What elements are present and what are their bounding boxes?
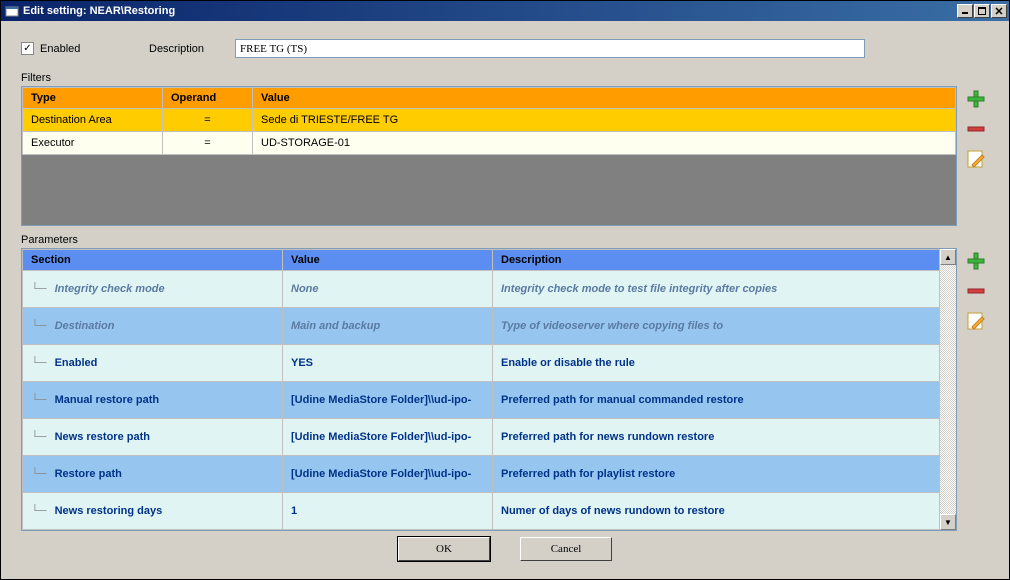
remove-filter-button[interactable] [965, 118, 987, 140]
filters-grid-wrap: Type Operand Value Destination Area=Sede… [21, 86, 957, 226]
cell-operand: = [163, 109, 253, 132]
minimize-button[interactable] [957, 4, 973, 18]
cancel-button[interactable]: Cancel [520, 537, 612, 561]
table-row[interactable]: └─News restoring days1Numer of days of n… [23, 493, 940, 530]
close-button[interactable] [991, 4, 1007, 18]
table-row[interactable]: Executor=UD-STORAGE-01 [23, 132, 956, 155]
window: Edit setting: NEAR\Restoring ✓ Enabled D… [0, 0, 1010, 580]
cell-value: 1 [283, 493, 493, 530]
dialog-buttons: OK Cancel [21, 531, 989, 569]
scroll-track[interactable] [940, 265, 956, 514]
cell-section: └─Integrity check mode [23, 271, 283, 308]
enabled-checkbox[interactable]: ✓ [21, 42, 34, 55]
cell-description: Numer of days of news rundown to restore [493, 493, 940, 530]
window-title: Edit setting: NEAR\Restoring [23, 5, 957, 17]
cell-value: Main and backup [283, 308, 493, 345]
filters-col-operand[interactable]: Operand [163, 88, 253, 109]
cell-section: └─Manual restore path [23, 382, 283, 419]
filters-section: Type Operand Value Destination Area=Sede… [21, 86, 989, 226]
cell-description: Preferred path for manual commanded rest… [493, 382, 940, 419]
params-col-description[interactable]: Description [493, 250, 940, 271]
ok-button[interactable]: OK [398, 537, 490, 561]
edit-parameter-button[interactable] [965, 310, 987, 332]
table-row[interactable]: Destination Area=Sede di TRIESTE/FREE TG [23, 109, 956, 132]
content-area: ✓ Enabled Description Filters Type Opera… [1, 21, 1009, 579]
cell-value: UD-STORAGE-01 [253, 132, 956, 155]
parameters-scrollbar[interactable]: ▲ ▼ [940, 249, 956, 530]
cell-description: Integrity check mode to test file integr… [493, 271, 940, 308]
cell-value: YES [283, 345, 493, 382]
filters-table[interactable]: Type Operand Value Destination Area=Sede… [22, 87, 956, 155]
titlebar: Edit setting: NEAR\Restoring [1, 1, 1009, 21]
cell-value: [Udine MediaStore Folder]\\ud-ipo- [283, 456, 493, 493]
cell-type: Executor [23, 132, 163, 155]
table-row[interactable]: └─Manual restore path[Udine MediaStore F… [23, 382, 940, 419]
filters-label: Filters [21, 72, 989, 84]
titlebar-buttons [957, 4, 1007, 18]
enabled-field: ✓ Enabled [21, 42, 141, 55]
cell-value: Sede di TRIESTE/FREE TG [253, 109, 956, 132]
header-row: ✓ Enabled Description [21, 39, 989, 58]
cell-section: └─Destination [23, 308, 283, 345]
cell-description: Enable or disable the rule [493, 345, 940, 382]
table-row[interactable]: └─Restore path[Udine MediaStore Folder]\… [23, 456, 940, 493]
table-row[interactable]: └─EnabledYESEnable or disable the rule [23, 345, 940, 382]
parameters-side-buttons [963, 248, 989, 531]
add-parameter-button[interactable] [965, 250, 987, 272]
edit-filter-button[interactable] [965, 148, 987, 170]
cell-section: └─Restore path [23, 456, 283, 493]
cell-section: └─Enabled [23, 345, 283, 382]
params-col-section[interactable]: Section [23, 250, 283, 271]
table-row[interactable]: └─News restore path[Udine MediaStore Fol… [23, 419, 940, 456]
filters-col-type[interactable]: Type [23, 88, 163, 109]
filters-side-buttons [963, 86, 989, 226]
params-col-value[interactable]: Value [283, 250, 493, 271]
cell-description: Preferred path for playlist restore [493, 456, 940, 493]
parameters-label: Parameters [21, 234, 989, 246]
description-label: Description [149, 43, 227, 55]
app-icon [5, 4, 19, 18]
cell-section: └─News restoring days [23, 493, 283, 530]
cell-value: [Udine MediaStore Folder]\\ud-ipo- [283, 419, 493, 456]
remove-parameter-button[interactable] [965, 280, 987, 302]
add-filter-button[interactable] [965, 88, 987, 110]
scroll-up-button[interactable]: ▲ [940, 249, 956, 265]
cell-description: Type of videoserver where copying files … [493, 308, 940, 345]
parameters-grid-wrap: Section Value Description └─Integrity ch… [21, 248, 957, 531]
scroll-down-button[interactable]: ▼ [940, 514, 956, 530]
table-row[interactable]: └─Integrity check modeNoneIntegrity chec… [23, 271, 940, 308]
cell-type: Destination Area [23, 109, 163, 132]
cell-value: None [283, 271, 493, 308]
cell-description: Preferred path for news rundown restore [493, 419, 940, 456]
table-row[interactable]: └─DestinationMain and backupType of vide… [23, 308, 940, 345]
enabled-label: Enabled [40, 43, 80, 55]
cell-value: [Udine MediaStore Folder]\\ud-ipo- [283, 382, 493, 419]
parameters-section: Section Value Description └─Integrity ch… [21, 248, 989, 531]
cell-section: └─News restore path [23, 419, 283, 456]
parameters-table[interactable]: Section Value Description └─Integrity ch… [22, 249, 940, 530]
description-input[interactable] [235, 39, 865, 58]
filters-col-value[interactable]: Value [253, 88, 956, 109]
maximize-button[interactable] [974, 4, 990, 18]
cell-operand: = [163, 132, 253, 155]
